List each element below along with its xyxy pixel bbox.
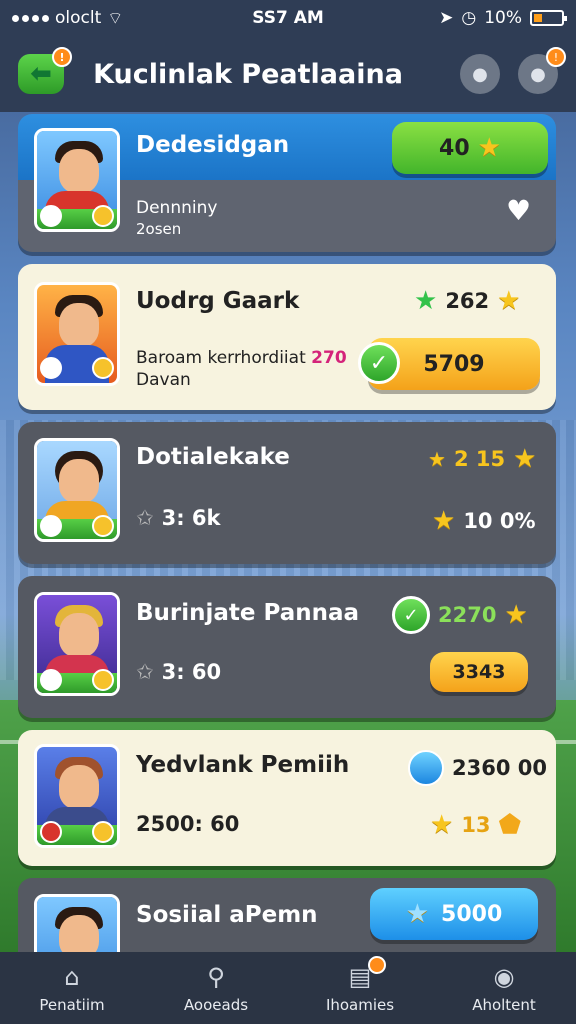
top-stat: ✓ 2270 ★ — [392, 596, 528, 634]
inbox-icon: ▤ — [344, 956, 386, 992]
right-stat-value: 13 — [461, 813, 491, 837]
signal-icon — [12, 14, 49, 22]
avatar — [34, 128, 120, 232]
right-stat: ★ 13 ⬟ — [430, 810, 521, 840]
score-button[interactable]: 3343 — [430, 652, 528, 692]
player-name: Sosiial aPemn — [136, 902, 318, 928]
subtitle-value: 270 — [311, 348, 347, 368]
carrier-label: oloclt — [55, 8, 102, 28]
check-icon: ✓ — [392, 596, 430, 634]
chat-bubble-icon — [408, 750, 444, 786]
battery-percent: 10% — [484, 8, 522, 28]
star-icon: ★ — [504, 600, 528, 630]
player-subtitle: Baroam kerrhordiiat 270 — [136, 348, 347, 368]
score-button[interactable]: 40 ★ — [392, 122, 548, 174]
player-name: Yedvlank Pemiih — [136, 752, 350, 778]
star-icon: ★ — [430, 810, 454, 840]
profile-icon: ◉ — [493, 963, 515, 991]
avatar — [34, 592, 120, 696]
back-button[interactable]: ⬅ ! — [18, 47, 72, 94]
star-icon: ★ — [513, 444, 537, 474]
top-stat: ★ 2 15 ★ — [428, 444, 536, 474]
notification-badge: ! — [52, 47, 72, 67]
back-arrow-icon: ⬅ — [30, 59, 52, 89]
player-detail: Davan — [136, 370, 191, 390]
left-stat: ✩ 3: 6k — [136, 506, 221, 530]
nav-label: Aholtent — [472, 996, 536, 1014]
score-value: 40 — [439, 135, 470, 161]
battery-icon — [530, 10, 567, 26]
list-item[interactable]: Yedvlank Pemiih 2360 00 2500: 60 ★ 13 ⬟ — [18, 730, 556, 866]
list-item[interactable]: Dedesidgan 40 ★ Dennniny 2osen ♥ — [18, 114, 556, 252]
left-stat: 2500: 60 — [136, 812, 239, 836]
right-stat: ★ 10 0% — [432, 506, 536, 536]
subtitle-text: Baroam kerrhordiiat — [136, 348, 306, 368]
wifi-icon: ⌔ — [107, 8, 124, 29]
player-name: Dedesidgan — [136, 132, 290, 158]
nav-item-inbox[interactable]: ▤ Ihoamies — [288, 952, 432, 1024]
avatar — [34, 282, 120, 386]
player-detail: 2osen — [136, 220, 182, 238]
nav-item-home[interactable]: ⌂ Penatiim — [0, 952, 144, 1024]
player-name: Dotialekake — [136, 444, 290, 470]
nav-label: Ihoamies — [325, 996, 395, 1014]
top-stat: 2360 00 — [408, 750, 547, 786]
star-icon: ★ — [428, 447, 446, 471]
clock: SS7 AM — [252, 8, 324, 28]
messages-icon[interactable]: ● ! — [518, 47, 566, 94]
left-stat-value: 2500: 60 — [136, 812, 240, 836]
nav-item-search[interactable]: ⚲ Aooeads — [144, 952, 288, 1024]
search-icon: ⚲ — [207, 963, 225, 991]
player-name: Burinjate Pannaa — [136, 600, 360, 626]
score-value: 5000 — [441, 901, 503, 927]
player-name: Uodrg Gaark — [136, 288, 300, 314]
top-stat-value: 2360 00 — [452, 756, 547, 780]
list-item[interactable]: Burinjate Pannaa ✓ 2270 ★ ✩ 3: 60 3343 — [18, 576, 556, 718]
avatar — [34, 438, 120, 542]
list-item[interactable]: Uodrg Gaark ★ 262 ★ Baroam kerrhordiiat … — [18, 264, 556, 410]
avatar — [34, 744, 120, 848]
nav-badge — [368, 956, 386, 974]
nav-label: Aooeads — [183, 996, 249, 1014]
score-stat: ★ 262 ★ — [414, 286, 520, 316]
left-stat-value: 3: 60 — [161, 660, 222, 684]
green-star-icon: ★ — [414, 286, 438, 316]
star-outline-icon: ✩ — [136, 660, 154, 684]
nav-label: Penatiim — [39, 996, 105, 1014]
status-bar: oloclt ⌔ SS7 AM ➤ ◷ 10% — [0, 0, 576, 36]
star-icon: ★ — [477, 133, 501, 163]
location-icon: ➤ — [439, 8, 454, 28]
heart-icon[interactable]: ♥ — [506, 194, 531, 227]
left-stat-value: 3: 6k — [161, 506, 221, 530]
check-icon: ✓ — [358, 342, 400, 384]
star-icon: ★ — [432, 506, 456, 536]
chat-icon[interactable]: ● — [460, 54, 500, 94]
shield-icon: ⬟ — [498, 810, 522, 840]
app-header: ⬅ ! Kuclinlak Peatlaaina ● ● ! — [0, 36, 576, 112]
bottom-nav: ⌂ Penatiim ⚲ Aooeads ▤ Ihoamies ◉ Aholte… — [0, 952, 576, 1024]
alarm-icon: ◷ — [461, 8, 477, 28]
score-value: 262 — [445, 289, 490, 313]
list-item[interactable]: Dotialekake ★ 2 15 ★ ✩ 3: 6k ★ 10 0% — [18, 422, 556, 564]
messages-badge: ! — [546, 47, 566, 67]
leaderboard-list: Dedesidgan 40 ★ Dennniny 2osen ♥ Uodrg G… — [18, 114, 556, 968]
player-subtitle: Dennniny — [136, 198, 218, 218]
star-outline-icon: ✩ — [136, 506, 154, 530]
star-icon: ★ — [405, 899, 430, 929]
score-button[interactable]: ★ 5000 — [370, 888, 538, 940]
star-icon: ★ — [497, 286, 521, 316]
left-stat: ✩ 3: 60 — [136, 660, 221, 684]
home-icon: ⌂ — [64, 963, 80, 991]
top-stat-value: 2 15 — [453, 447, 506, 471]
right-stat-value: 10 0% — [463, 509, 536, 533]
page-title: Kuclinlak Peatlaaina — [93, 58, 403, 90]
nav-item-profile[interactable]: ◉ Aholtent — [432, 952, 576, 1024]
top-stat-value: 2270 — [438, 603, 497, 627]
